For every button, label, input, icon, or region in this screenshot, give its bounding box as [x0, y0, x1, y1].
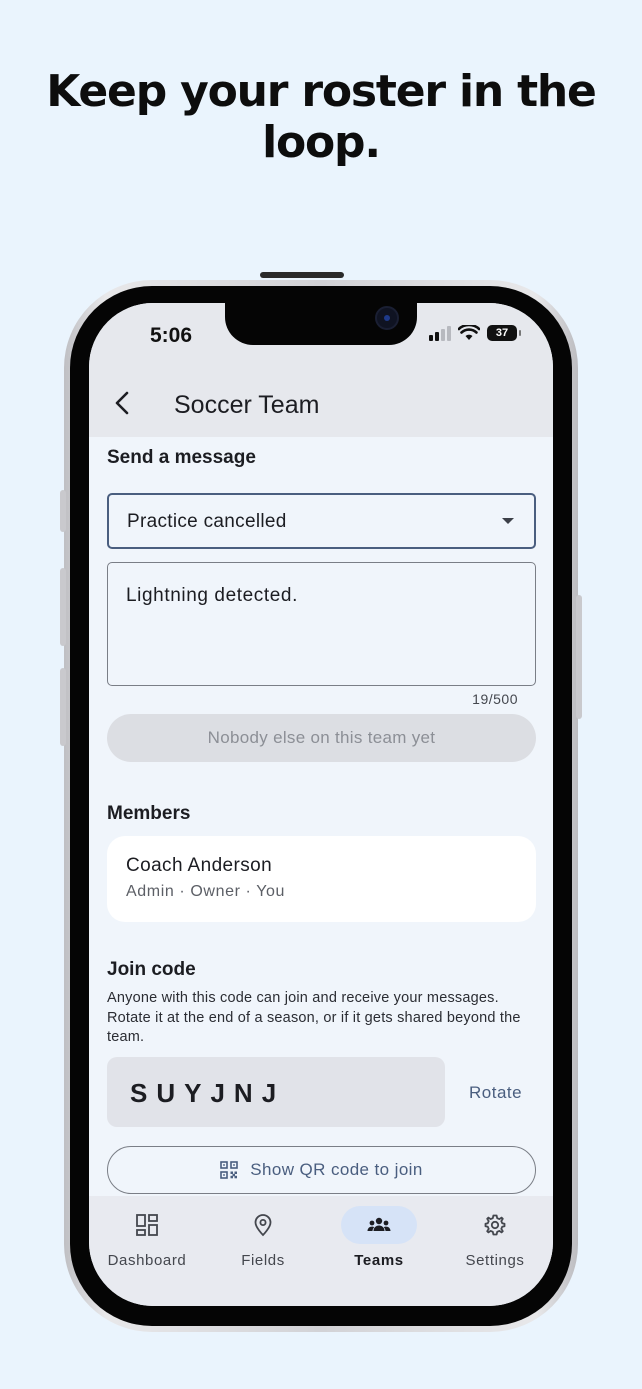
nav-label-fields: Fields: [241, 1252, 285, 1269]
message-text: Lightning detected.: [126, 585, 298, 606]
show-qr-code-button[interactable]: Show QR code to join: [107, 1146, 536, 1194]
nav-item-teams[interactable]: Teams: [321, 1196, 437, 1306]
message-template-dropdown[interactable]: Practice cancelled: [107, 493, 536, 549]
member-card[interactable]: Coach Anderson Admin · Owner · You: [107, 836, 536, 922]
back-arrow-icon[interactable]: [109, 389, 137, 417]
send-message-button[interactable]: Nobody else on this team yet: [107, 714, 536, 762]
character-counter: 19/500: [472, 691, 518, 707]
groups-icon: [367, 1217, 391, 1231]
member-name: Coach Anderson: [126, 855, 273, 876]
nav-label-dashboard: Dashboard: [107, 1252, 187, 1269]
battery-indicator: 37: [487, 325, 521, 341]
status-icons: 37: [429, 325, 521, 341]
member-roles: Admin · Owner · You: [126, 883, 286, 900]
dashboard-icon: [136, 1214, 158, 1236]
speaker-grille: [260, 272, 344, 278]
nav-label-teams: Teams: [354, 1252, 404, 1269]
wifi-icon: [458, 325, 480, 340]
members-heading: Members: [107, 803, 191, 824]
phone-volume-up-button: [60, 568, 66, 646]
join-code-box: SUYJNJ: [107, 1057, 445, 1127]
phone-action-button: [60, 490, 66, 532]
join-code-value: SUYJNJ: [130, 1078, 286, 1108]
message-textarea[interactable]: Lightning detected.: [107, 562, 536, 686]
gear-icon: [484, 1214, 506, 1236]
nav-item-dashboard[interactable]: Dashboard: [89, 1196, 205, 1306]
phone-screen: 5:06 37 Soccer Team Send a message Pract…: [89, 303, 553, 1306]
page-title: Soccer Team: [174, 391, 320, 419]
nav-item-settings[interactable]: Settings: [437, 1196, 553, 1306]
send-message-heading: Send a message: [107, 447, 256, 468]
qr-code-icon: [220, 1161, 239, 1179]
dropdown-selected-value: Practice cancelled: [127, 511, 287, 532]
join-code-description: Anyone with this code can join and recei…: [107, 990, 521, 1045]
phone-power-button: [576, 595, 582, 719]
nav-label-settings: Settings: [465, 1252, 525, 1269]
front-camera: [375, 306, 399, 330]
dynamic-island: [225, 303, 417, 345]
cellular-signal-icon: [429, 325, 451, 341]
nav-item-fields[interactable]: Fields: [205, 1196, 321, 1306]
join-code-heading: Join code: [107, 959, 196, 980]
bottom-navigation: Dashboard Fields Teams Settings: [89, 1196, 553, 1306]
qr-button-label: Show QR code to join: [250, 1160, 423, 1179]
headline: Keep your roster in the loop.: [46, 66, 597, 168]
status-time: 5:06: [150, 324, 193, 347]
rotate-code-button[interactable]: Rotate: [469, 1083, 522, 1103]
phone-volume-down-button: [60, 668, 66, 746]
location-pin-icon: [254, 1214, 272, 1237]
dropdown-caret-icon: [502, 518, 514, 524]
